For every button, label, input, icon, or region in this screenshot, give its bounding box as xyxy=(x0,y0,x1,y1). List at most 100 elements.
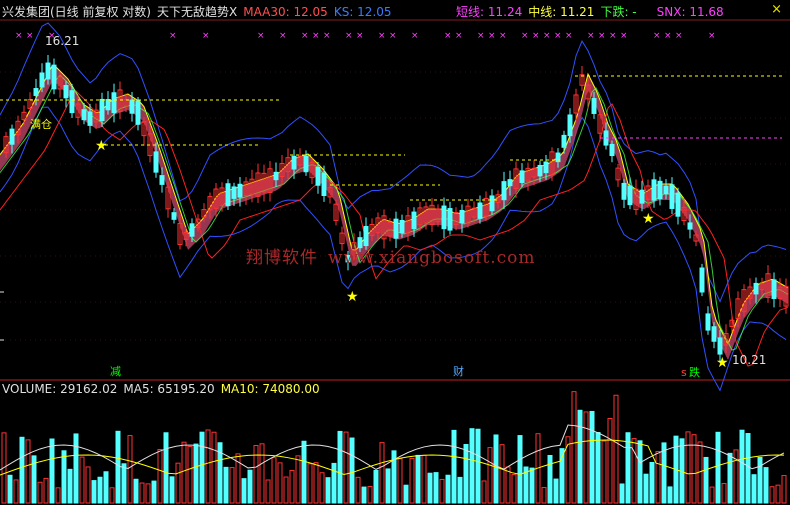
volume-bar xyxy=(343,431,349,504)
signal-cross: × xyxy=(389,31,397,41)
volume-bar xyxy=(109,487,115,504)
candle-body xyxy=(399,219,405,234)
candle-body xyxy=(663,185,669,195)
candle-body xyxy=(237,183,243,198)
candle-body xyxy=(105,99,111,111)
maa30-value: MAA30: 12.05 xyxy=(243,5,328,19)
close-icon[interactable]: × xyxy=(771,2,782,17)
volume-bar xyxy=(577,409,583,504)
volume-bar xyxy=(541,487,547,504)
candle-body xyxy=(63,85,69,99)
short-line-value: 短线: 11.24 xyxy=(456,5,523,19)
volume-bar xyxy=(385,468,391,504)
candle-body xyxy=(273,171,279,181)
candle-body xyxy=(621,182,627,200)
volume-bar xyxy=(397,458,403,504)
volume-bar xyxy=(367,486,373,504)
volume-bar xyxy=(49,438,55,504)
signal-cross: × xyxy=(532,31,540,41)
candle-body xyxy=(111,92,117,114)
candle-body xyxy=(321,172,327,197)
signal-cross: × xyxy=(708,31,716,41)
volume-bar xyxy=(301,440,307,504)
volume-bar xyxy=(595,432,601,504)
candle-body xyxy=(291,155,297,170)
volume-bar xyxy=(517,435,523,504)
signal-cross: × xyxy=(301,31,309,41)
candle-body xyxy=(393,218,399,239)
volume-bar xyxy=(127,435,133,504)
candle-body xyxy=(189,223,195,237)
watermark: 翔博软件 www.xiangbosoft.com xyxy=(246,243,546,268)
signal-cross: × xyxy=(488,31,496,41)
trend-line xyxy=(0,74,789,351)
volume-bar xyxy=(709,486,715,504)
volume-bar xyxy=(421,454,427,504)
volume-bar xyxy=(13,479,19,504)
candle-body xyxy=(519,170,525,183)
volume-bar xyxy=(739,429,745,504)
signal-fall: 跌 xyxy=(689,366,700,379)
volume-header: VOLUME: 29162.02 MA5: 65195.20 MA10: 74080… xyxy=(2,382,326,396)
volume-bar xyxy=(643,473,649,504)
volume-bar xyxy=(763,467,769,504)
price-header: 兴发集团(日线 前复权 对数) 天下无敌趋势X MAA30: 12.05 KS: 12… xyxy=(2,3,398,19)
volume-bar xyxy=(211,431,217,504)
volume-bar xyxy=(283,476,289,504)
volume-bar xyxy=(169,476,175,504)
down-value: 下跌: - xyxy=(600,5,637,19)
candle-body xyxy=(591,98,597,114)
volume-bar xyxy=(25,439,31,504)
candle-body xyxy=(447,208,453,231)
volume-bar xyxy=(355,476,361,504)
volume-bar xyxy=(721,483,727,504)
signal-cross: × xyxy=(169,31,177,41)
volume-bar xyxy=(745,433,751,504)
volume-bar xyxy=(415,454,421,504)
signal-cross: × xyxy=(15,31,23,41)
candle-body xyxy=(411,211,417,230)
volume-bar xyxy=(553,478,559,504)
ma10-value: MA10: 74080.00 xyxy=(220,382,320,396)
volume-bar xyxy=(349,437,355,504)
volume-bar xyxy=(457,476,463,504)
signal-cross: × xyxy=(378,31,386,41)
volume-bar xyxy=(379,442,385,504)
signal-cross: × xyxy=(356,31,364,41)
candle-body xyxy=(477,202,483,219)
candle-body xyxy=(537,164,543,177)
signal-cross: × xyxy=(323,31,331,41)
candle-body xyxy=(135,100,141,125)
candle-body xyxy=(489,195,495,212)
volume-bar xyxy=(775,484,781,504)
volume-bar xyxy=(331,462,337,504)
volume-bar xyxy=(703,456,709,504)
signal-cross: × xyxy=(675,31,683,41)
candle-body xyxy=(639,189,645,204)
candle-body xyxy=(51,64,57,90)
volume-bar xyxy=(85,466,91,504)
volume-bar xyxy=(115,430,121,504)
signal-reduce: 减 xyxy=(110,365,121,378)
candle-body xyxy=(711,326,717,342)
signal-cross: × xyxy=(587,31,595,41)
volume-bar xyxy=(607,417,613,504)
signal-cross: × xyxy=(477,31,485,41)
volume-bar xyxy=(253,444,259,504)
volume-bar xyxy=(199,431,205,504)
candle-body xyxy=(771,279,777,300)
volume-bar xyxy=(133,478,139,504)
volume-bar xyxy=(499,444,505,504)
volume-bar xyxy=(667,486,673,504)
candle-body xyxy=(171,212,177,220)
signal-cross: × xyxy=(26,31,34,41)
volume-bar xyxy=(175,462,181,504)
volume-bar xyxy=(475,428,481,504)
signal-cross: × xyxy=(202,31,210,41)
volume-bar xyxy=(493,434,499,504)
candle-body xyxy=(9,128,15,145)
volume-bar xyxy=(223,466,229,504)
volume-bar xyxy=(469,428,475,504)
candle-body xyxy=(567,114,573,137)
volume-bar xyxy=(19,436,25,504)
